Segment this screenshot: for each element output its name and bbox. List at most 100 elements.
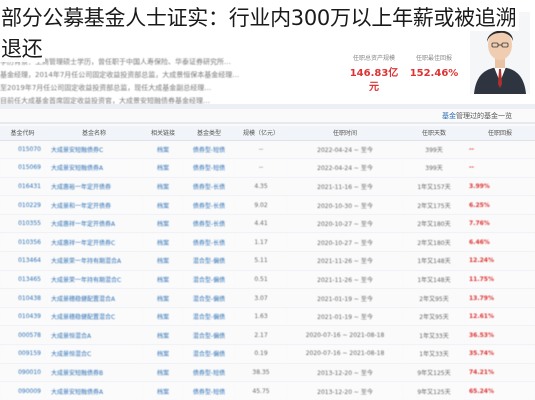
table-row[interactable]: 010229 大成景和一年定开债券 档案 债券型-长债 9.02 2020-10-30 ~… xyxy=(0,195,535,215)
column-header[interactable]: 任职时间 xyxy=(287,126,403,141)
tenure-period: 2021-11-16 ~ 至今 xyxy=(287,177,403,197)
tenure-return: 65.24% xyxy=(465,381,535,400)
fund-name-link[interactable]: 大成景安短融债券A xyxy=(45,381,143,400)
tenure-period: 2021-01-19 ~ 至今 xyxy=(287,288,403,308)
fund-type: 债券型-短债 xyxy=(183,363,235,383)
fund-code-link[interactable]: 000578 xyxy=(0,325,45,346)
column-header[interactable]: 基金名称 xyxy=(45,126,143,141)
fund-code-link[interactable]: 010229 xyxy=(0,195,45,215)
bio-line: 基金经理，2014年7月任公司固定收益投资部总监，大成景恒保本基金经理… xyxy=(0,71,240,79)
tenure-period: 2022-04-24 ~ 至今 xyxy=(287,140,403,160)
fund-type: 债券型-短债 xyxy=(183,140,235,160)
fund-name-link[interactable]: 大成景荣一年持有期混合C xyxy=(45,270,143,290)
fund-scale: 0.19 xyxy=(235,344,287,364)
fund-archive-link[interactable]: 档案 xyxy=(143,251,183,271)
fund-archive-link[interactable]: 档案 xyxy=(143,288,183,308)
column-header[interactable]: 规模（亿元） xyxy=(235,126,287,141)
fund-name-link[interactable]: 大成惠祥一年定开债券C xyxy=(45,232,143,253)
fund-scale: 4.41 xyxy=(235,214,287,234)
table-body: 015070 大成景安短融债券C 档案 债券型-短债 -- 2022-04-24 ~ 至今… xyxy=(0,140,535,400)
table-row[interactable]: 090009 大成景安短融债券A 档案 债券型-短债 45.75 2013-12-20 ~… xyxy=(0,381,535,400)
table-row[interactable]: 010355 大成惠祥一年定开债券A 档案 债券型-长债 4.41 2020-10-27 … xyxy=(0,214,535,234)
fund-archive-link[interactable]: 档案 xyxy=(143,140,183,160)
tenure-days: 1年又157天 xyxy=(403,177,465,197)
column-header[interactable]: 任职回报 xyxy=(465,126,535,141)
article-headline: 部分公募基金人士证实：行业内300万以上年薪或被追溯退还 xyxy=(0,3,535,65)
fund-archive-link[interactable]: 档案 xyxy=(143,195,183,215)
fund-code-link[interactable]: 016431 xyxy=(0,177,45,197)
table-header-row: 基金代码 基金名称 相关链接 基金类型 规模（亿元） 任职时间 任职天数 任职回… xyxy=(0,126,535,141)
fund-type: 混合型-偏债 xyxy=(183,270,235,290)
fund-name-link[interactable]: 大成景安短融债券C xyxy=(45,140,143,160)
fund-archive-link[interactable]: 档案 xyxy=(143,381,183,400)
fund-code-link[interactable]: 010355 xyxy=(0,214,45,234)
table-row[interactable]: 013464 大成景荣一年持有期混合A 档案 混合型-偏债 5.11 2021-11-26… xyxy=(0,251,535,271)
fund-archive-link[interactable]: 档案 xyxy=(143,344,183,364)
column-header[interactable]: 相关链接 xyxy=(143,126,183,141)
table-row[interactable]: 016431 大成惠裕一年定开债券 档案 债券型-长债 4.35 2021-11-16 ~… xyxy=(0,177,535,197)
fund-scale: 1.17 xyxy=(235,232,287,253)
column-header[interactable]: 任职天数 xyxy=(403,126,465,141)
fund-code-link[interactable]: 009159 xyxy=(0,344,45,364)
tenure-period: 2021-11-26 ~ 至今 xyxy=(287,270,403,290)
fund-code-link[interactable]: 015070 xyxy=(0,140,45,160)
tenure-days: 9年又125天 xyxy=(403,363,465,383)
fund-type: 债券型-短债 xyxy=(183,158,235,178)
fund-name-link[interactable]: 大成景恒混合C xyxy=(45,344,143,364)
fund-code-link[interactable]: 010439 xyxy=(0,307,45,327)
fund-archive-link[interactable]: 档案 xyxy=(143,325,183,346)
tenure-period: 2013-12-20 ~ 至今 xyxy=(287,363,403,383)
tenure-period: 2020-07-16 ~ 2021-08-18 xyxy=(287,344,403,364)
fund-name-link[interactable]: 大成景荣一年持有期混合A xyxy=(45,251,143,271)
tenure-period: 2020-10-30 ~ 至今 xyxy=(287,195,403,215)
tenure-return: 3.99% xyxy=(465,177,535,197)
table-row[interactable]: 009159 大成景恒混合C 档案 混合型-偏债 0.19 2020-07-16 ~ 20… xyxy=(0,344,535,364)
fund-code-link[interactable]: 015069 xyxy=(0,158,45,178)
column-header[interactable]: 基金类型 xyxy=(183,126,235,141)
managed-funds-table: 基金代码 基金名称 相关链接 基金类型 规模（亿元） 任职时间 任职天数 任职回… xyxy=(0,126,535,400)
tenure-days: 2年又180天 xyxy=(403,214,465,234)
tenure-return: 35.74% xyxy=(465,344,535,364)
fund-name-link[interactable]: 大成景恒混合A xyxy=(45,325,143,346)
fund-code-link[interactable]: 090010 xyxy=(0,363,45,383)
table-row[interactable]: 000578 大成景恒混合A 档案 混合型-偏债 2.17 2020-07-16 ~ 20… xyxy=(0,325,535,346)
fund-code-link[interactable]: 010438 xyxy=(0,288,45,308)
column-header[interactable]: 基金代码 xyxy=(0,126,45,141)
fund-archive-link[interactable]: 档案 xyxy=(143,270,183,290)
table-row[interactable]: 010438 大成景穗稳健配置混合A 档案 混合型-偏债 3.07 2021-01-19 … xyxy=(0,288,535,308)
fund-name-link[interactable]: 大成景穗稳健配置混合C xyxy=(45,307,143,327)
fund-scale: 9.02 xyxy=(235,195,287,215)
fund-name-link[interactable]: 大成惠裕一年定开债券 xyxy=(45,177,143,197)
fund-code-link[interactable]: 090009 xyxy=(0,381,45,400)
fund-archive-link[interactable]: 档案 xyxy=(143,214,183,234)
title-text: 管理过的基金一览 xyxy=(456,112,512,120)
fund-name-link[interactable]: 大成景安短融债券B xyxy=(45,363,143,383)
table-row[interactable]: 090010 大成景安短融债券B 档案 债券型-短债 38.35 2013-12-20 ~… xyxy=(0,363,535,383)
fund-name-link[interactable]: 大成景和一年定开债券 xyxy=(45,195,143,215)
fund-type: 债券型-长债 xyxy=(183,195,235,215)
fund-type: 债券型-长债 xyxy=(183,177,235,197)
fund-name-link[interactable]: 大成惠祥一年定开债券A xyxy=(45,214,143,234)
table-row[interactable]: 015070 大成景安短融债券C 档案 债券型-短债 -- 2022-04-24 ~ 至今… xyxy=(0,140,535,160)
fund-code-link[interactable]: 013465 xyxy=(0,270,45,290)
tenure-return: 7.76% xyxy=(465,214,535,234)
fund-archive-link[interactable]: 档案 xyxy=(143,232,183,253)
fund-code-link[interactable]: 013464 xyxy=(0,251,45,271)
table-row[interactable]: 010356 大成惠祥一年定开债券C 档案 债券型-长债 1.17 2020-10-27 … xyxy=(0,232,535,253)
bio-line: 至2019年7月任公司固定收益投资部总监，现任大成基金副总经理… xyxy=(0,84,212,92)
tenure-period: 2022-04-24 ~ 至今 xyxy=(287,158,403,178)
tenure-period: 2013-12-20 ~ 至今 xyxy=(287,381,403,400)
table-row[interactable]: 010439 大成景穗稳健配置混合C 档案 混合型-偏债 1.63 2021-01-19 … xyxy=(0,307,535,327)
tenure-return: 74.21% xyxy=(465,363,535,383)
tenure-period: 2020-07-16 ~ 2021-08-18 xyxy=(287,325,403,346)
fund-type: 混合型-偏债 xyxy=(183,288,235,308)
fund-archive-link[interactable]: 档案 xyxy=(143,177,183,197)
table-row[interactable]: 013465 大成景荣一年持有期混合C 档案 混合型-偏债 0.51 2021-11-26… xyxy=(0,270,535,290)
fund-archive-link[interactable]: 档案 xyxy=(143,307,183,327)
fund-name-link[interactable]: 大成景安短融债券A xyxy=(45,158,143,178)
fund-name-link[interactable]: 大成景穗稳健配置混合A xyxy=(45,288,143,308)
fund-archive-link[interactable]: 档案 xyxy=(143,363,183,383)
table-row[interactable]: 015069 大成景安短融债券A 档案 债券型-短债 -- 2022-04-24 ~ 至今… xyxy=(0,158,535,178)
fund-code-link[interactable]: 010356 xyxy=(0,232,45,253)
fund-archive-link[interactable]: 档案 xyxy=(143,158,183,178)
